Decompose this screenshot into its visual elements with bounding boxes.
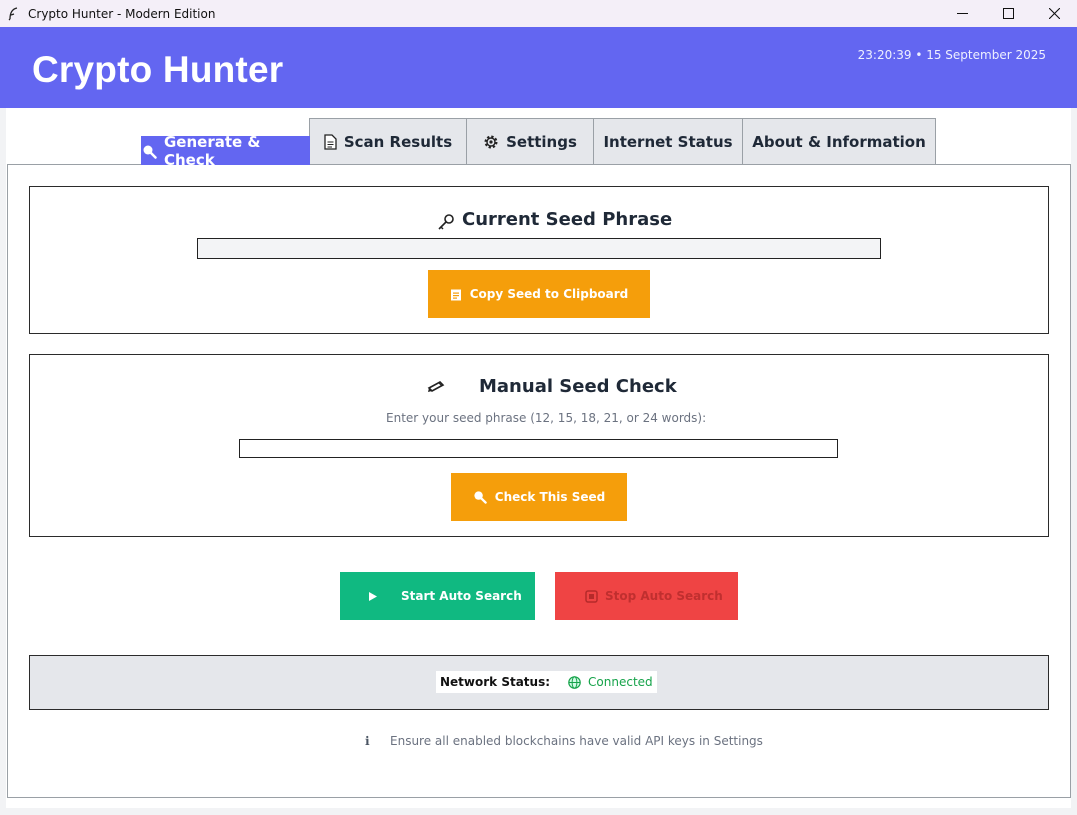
maximize-button[interactable] xyxy=(985,0,1031,27)
start-auto-search-button[interactable]: Start Auto Search xyxy=(340,572,535,620)
close-button[interactable] xyxy=(1031,0,1077,27)
pencil-icon xyxy=(427,379,447,393)
stop-auto-search-button[interactable]: Stop Auto Search xyxy=(555,572,738,620)
tab-about-information[interactable]: About & Information xyxy=(742,118,936,165)
maximize-icon xyxy=(1002,8,1014,19)
check-seed-button[interactable]: Check This Seed xyxy=(451,473,627,521)
tab-scan-results[interactable]: Scan Results xyxy=(309,118,467,165)
api-keys-note: Ensure all enabled blockchains have vali… xyxy=(390,734,763,748)
window-controls xyxy=(939,0,1077,27)
tab-internet-status[interactable]: Internet Status xyxy=(593,118,743,165)
window-title: Crypto Hunter - Modern Edition xyxy=(28,6,216,21)
manual-check-title: Manual Seed Check xyxy=(423,372,681,400)
button-label: Start Auto Search xyxy=(401,589,522,603)
window-titlebar: Crypto Hunter - Modern Edition xyxy=(0,0,1077,27)
info-icon: ℹ xyxy=(365,734,370,748)
seed-instruction: Enter your seed phrase (12, 15, 18, 21, … xyxy=(386,411,707,425)
tab-label: Settings xyxy=(506,133,577,151)
button-label: Stop Auto Search xyxy=(605,589,723,603)
network-status: Network Status: Connected xyxy=(436,671,657,693)
tab-label: About & Information xyxy=(752,133,926,151)
minimize-button[interactable] xyxy=(939,0,985,27)
copy-seed-button[interactable]: Copy Seed to Clipboard xyxy=(428,270,650,318)
play-icon xyxy=(369,591,377,601)
key-icon xyxy=(436,213,456,233)
clipboard-icon xyxy=(450,288,462,301)
magnifier-icon xyxy=(473,490,487,504)
close-icon xyxy=(1048,8,1060,19)
network-status-label: Network Status: xyxy=(440,675,551,689)
current-seed-title: Current Seed Phrase xyxy=(432,204,677,234)
stop-icon xyxy=(585,589,598,603)
network-status-value: Connected xyxy=(588,675,653,689)
button-label: Copy Seed to Clipboard xyxy=(469,287,629,301)
document-icon xyxy=(324,134,337,150)
panel-title-text: Current Seed Phrase xyxy=(462,208,673,230)
app-title: Crypto Hunter xyxy=(32,49,284,90)
button-label: Check This Seed xyxy=(494,490,606,504)
panel-title-text: Manual Seed Check xyxy=(479,375,677,397)
magnifier-icon xyxy=(142,144,157,159)
globe-icon xyxy=(568,675,581,689)
tab-generate-check[interactable]: Generate & Check xyxy=(141,133,310,169)
app-header: Crypto Hunter 23:20:39 • 15 September 20… xyxy=(0,27,1077,108)
tab-label: Scan Results xyxy=(343,133,453,151)
feather-icon xyxy=(8,6,18,21)
tab-label: Internet Status xyxy=(603,133,733,151)
manual-seed-input[interactable] xyxy=(239,439,838,458)
network-status-panel: Network Status: Connected xyxy=(29,655,1049,710)
current-seed-field[interactable] xyxy=(197,238,881,259)
tab-settings[interactable]: Settings xyxy=(466,118,594,165)
header-clock: 23:20:39 • 15 September 2025 xyxy=(857,48,1046,62)
tab-label: Generate & Check xyxy=(164,133,261,169)
gear-icon xyxy=(483,134,499,150)
minimize-icon xyxy=(956,13,968,14)
